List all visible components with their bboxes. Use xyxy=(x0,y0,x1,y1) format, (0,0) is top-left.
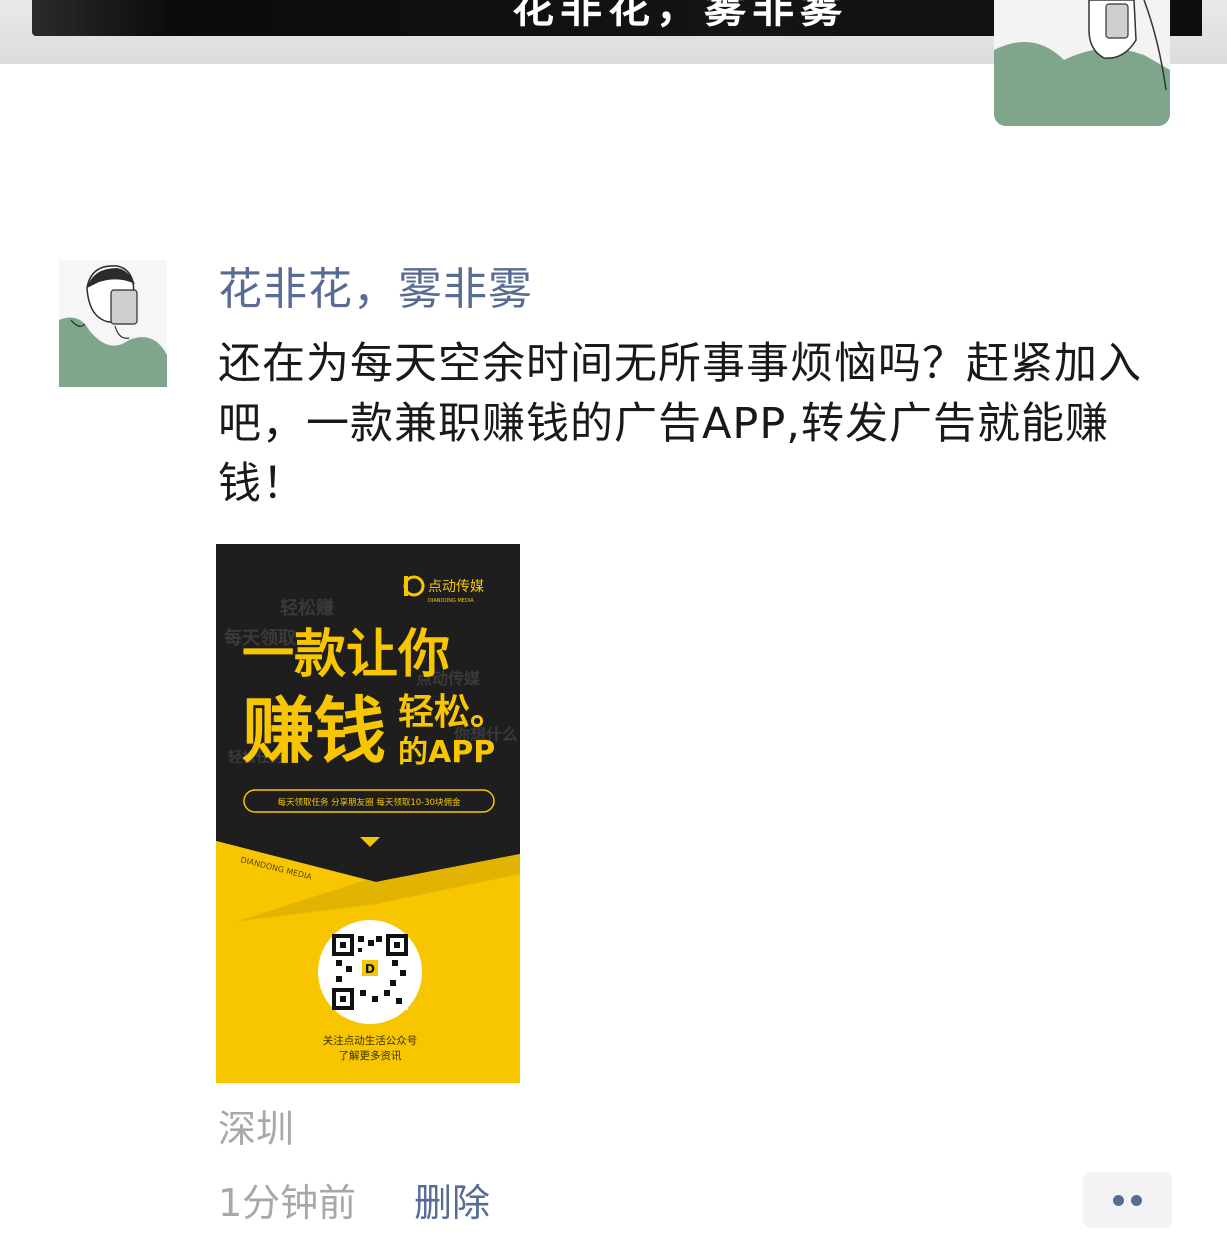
poster-brand-en: DIANDONG MEDIA xyxy=(428,598,474,604)
post-author-avatar[interactable] xyxy=(59,260,167,387)
post-text: 还在为每天空余时间无所事事烦恼吗？赶紧加入吧，一款兼职赚钱的广告APP,转发广告… xyxy=(218,339,1142,509)
poster-big-word: 赚钱 xyxy=(242,689,386,773)
qr-code: D xyxy=(332,934,408,1010)
my-avatar[interactable] xyxy=(994,0,1170,126)
poster-brand: 点动传媒 xyxy=(428,579,484,595)
post-image[interactable]: 点动传媒 DIANDONG MEDIA 轻松赚 每天领取 点动传媒 你想什么 轻… xyxy=(216,544,520,1083)
poster-bg-word: 轻松赚 xyxy=(280,597,334,619)
moments-page: 花非花，雾非雾 花非花，雾非雾 还在为每天空余时间无所事事烦恼吗？赶紧加入吧，一… xyxy=(0,0,1227,1242)
cover-title: 花非花，雾非雾 xyxy=(512,0,849,32)
avatar-illustration xyxy=(994,0,1170,126)
poster-follow-line1: 关注点动生活公众号 xyxy=(323,1034,418,1047)
poster-headline: 一款让你 xyxy=(242,625,450,685)
poster-small-word: 轻松。 xyxy=(398,692,506,733)
more-icon xyxy=(1131,1195,1142,1206)
delete-button[interactable]: 删除 xyxy=(414,1178,490,1228)
svg-text:D: D xyxy=(365,962,375,976)
avatar-illustration xyxy=(59,260,167,387)
poster-graphic: 点动传媒 DIANDONG MEDIA 轻松赚 每天领取 点动传媒 你想什么 轻… xyxy=(216,544,520,1083)
poster-follow-line2: 了解更多资讯 xyxy=(339,1049,402,1062)
post-time: 1分钟前 xyxy=(218,1181,357,1225)
more-actions-button[interactable] xyxy=(1083,1172,1172,1228)
more-icon xyxy=(1113,1195,1124,1206)
post-author-name[interactable]: 花非花，雾非雾 xyxy=(218,262,533,318)
poster-pill: 每天领取任务 分享朋友圈 每天领取10-30块佣金 xyxy=(277,797,461,808)
post-location[interactable]: 深圳 xyxy=(218,1104,294,1154)
poster-small-word: 的APP xyxy=(398,735,495,770)
